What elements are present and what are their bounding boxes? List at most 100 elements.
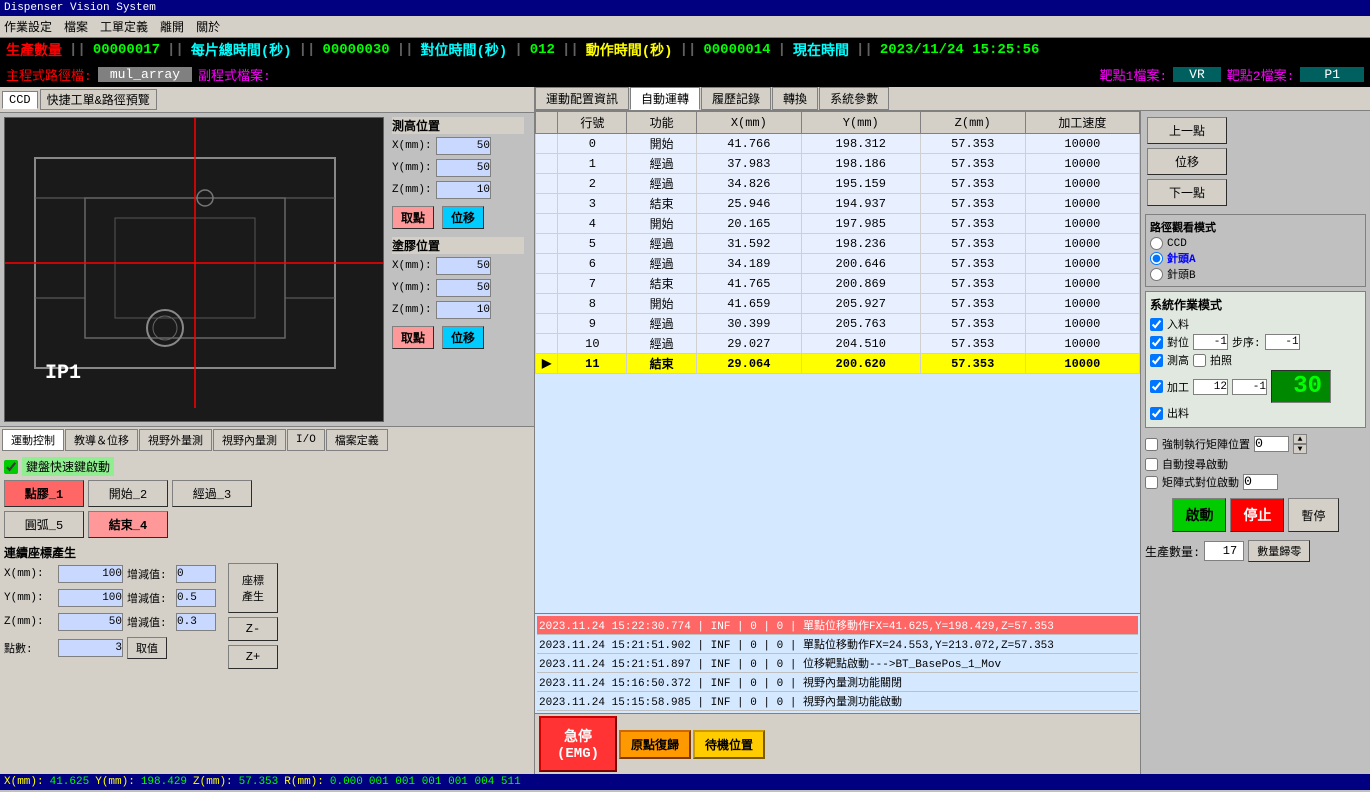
spinner-up[interactable]: ▲ [1293, 434, 1307, 444]
y-inc-input[interactable] [176, 589, 216, 607]
table-row[interactable]: 2經過34.826195.15957.35310000 [536, 174, 1140, 194]
next-point-btn[interactable]: 下一點 [1147, 179, 1227, 206]
ccd-container: X=0.002 Y=-0.004 [0, 113, 534, 774]
measure-z-input[interactable] [436, 181, 491, 199]
z-minus-btn[interactable]: Z- [228, 617, 278, 641]
move-point-btn[interactable]: 位移 [1147, 148, 1227, 175]
rtab-auto[interactable]: 自動運轉 [630, 87, 700, 110]
pause-btn[interactable]: 暫停 [1288, 498, 1338, 532]
menu-settings[interactable]: 作業設定 [4, 18, 52, 35]
table-row[interactable]: 0開始41.766198.31257.35310000 [536, 134, 1140, 154]
glue-x-input[interactable] [436, 257, 491, 275]
radio-headb-input[interactable] [1150, 268, 1163, 281]
step-value-input[interactable] [1265, 334, 1300, 350]
btab-filedef[interactable]: 檔案定義 [326, 429, 388, 451]
measure-z-row: Z(mm): [392, 181, 524, 199]
arc-func-btn[interactable]: 圓弧_5 [4, 511, 84, 538]
measure-x-input[interactable] [436, 137, 491, 155]
rtab-history[interactable]: 履歷記錄 [701, 87, 771, 110]
radio-ccd-input[interactable] [1150, 237, 1163, 250]
cb-work[interactable] [1150, 380, 1163, 393]
matrix-align-checkbox[interactable] [1145, 476, 1158, 489]
btab-io[interactable]: I/O [287, 429, 325, 451]
rtab-sysparams[interactable]: 系統參數 [819, 87, 889, 110]
table-area[interactable]: 行號 功能 X(mm) Y(mm) Z(mm) 加工速度 0開始41.76619… [535, 111, 1140, 613]
cb-infeed[interactable] [1150, 318, 1163, 331]
ccd-tab[interactable]: CCD [2, 91, 38, 109]
glue-take-btn[interactable]: 取點 [392, 326, 434, 349]
standby-button[interactable]: 待機位置 [693, 730, 765, 759]
table-row[interactable]: 10經過29.027204.51057.35310000 [536, 334, 1140, 354]
stop-btn[interactable]: 停止 [1230, 498, 1284, 532]
forced-checkbox[interactable] [1145, 438, 1158, 451]
prod-count-value: 00000017 [93, 42, 160, 58]
coord-gen-label: 連續座標產生 [4, 544, 530, 561]
status-bar: X(mm): 41.625 Y(mm): 198.429 Z(mm): 57.3… [0, 774, 1370, 790]
restore-button[interactable]: 原點復歸 [619, 730, 691, 759]
z-coord-input[interactable] [58, 613, 123, 631]
reset-count-btn[interactable]: 數量歸零 [1248, 540, 1310, 562]
emg-button[interactable]: 急停 (EMG) [539, 716, 617, 772]
cb-infeed-label: 入料 [1167, 316, 1189, 332]
table-row[interactable]: 9經過30.399205.76357.35310000 [536, 314, 1140, 334]
rtab-motion-config[interactable]: 運動配置資訊 [535, 87, 629, 110]
cb-outfeed[interactable] [1150, 407, 1163, 420]
x-coord-input[interactable] [58, 565, 123, 583]
preview-tab[interactable]: 快捷工單&路徑預覽 [40, 89, 157, 110]
pass-func-btn[interactable]: 經過_3 [172, 480, 252, 507]
start-btn[interactable]: 啟動 [1172, 498, 1226, 532]
menu-exit[interactable]: 離開 [160, 18, 184, 35]
work-val2-input[interactable] [1232, 379, 1267, 395]
measure-y-input[interactable] [436, 159, 491, 177]
matrix-align-input[interactable] [1243, 474, 1278, 490]
coord-right: 座標 產生 Z- Z+ [228, 563, 278, 669]
take-value-btn[interactable]: 取值 [127, 637, 167, 659]
glue-z-input[interactable] [436, 301, 491, 319]
menu-about[interactable]: 關於 [196, 18, 220, 35]
z-inc-input[interactable] [176, 613, 216, 631]
glue-move-btn[interactable]: 位移 [442, 326, 484, 349]
end-func-btn[interactable]: 結束_4 [88, 511, 168, 538]
menu-file[interactable]: 檔案 [64, 18, 88, 35]
work-val1-input[interactable] [1193, 379, 1228, 395]
table-row[interactable]: 5經過31.592198.23657.35310000 [536, 234, 1140, 254]
gen-coord-btn[interactable]: 座標 產生 [228, 563, 278, 613]
start-func-btn[interactable]: 開始_2 [88, 480, 168, 507]
table-row[interactable]: 3結束25.946194.93757.35310000 [536, 194, 1140, 214]
forced-value-input[interactable] [1254, 436, 1289, 452]
table-row[interactable]: ▶11結束29.064200.62057.35310000 [536, 354, 1140, 374]
btab-motion[interactable]: 運動控制 [2, 429, 64, 451]
x-inc-input[interactable] [176, 565, 216, 583]
keyboard-checkbox[interactable] [4, 460, 18, 474]
glue-func-btn[interactable]: 點膠_1 [4, 480, 84, 507]
table-row[interactable]: 1經過37.983198.18657.35310000 [536, 154, 1140, 174]
align-step-input[interactable] [1193, 334, 1228, 350]
cb-align[interactable] [1150, 336, 1163, 349]
glue-z-row: Z(mm): [392, 301, 524, 319]
menu-workorder[interactable]: 工單定義 [100, 18, 148, 35]
prev-point-btn[interactable]: 上一點 [1147, 117, 1227, 144]
cb-work-row: 加工 30 [1150, 370, 1361, 403]
count-input[interactable] [58, 639, 123, 657]
table-row[interactable]: 6經過34.189200.64657.35310000 [536, 254, 1140, 274]
btab-teach[interactable]: 教導＆位移 [65, 429, 138, 451]
table-row[interactable]: 7結束41.765200.86957.35310000 [536, 274, 1140, 294]
measure-take-btn[interactable]: 取點 [392, 206, 434, 229]
path-view-section: 路徑觀看模式 CCD 針頭A 針頭B [1145, 214, 1366, 287]
z-plus-btn[interactable]: Z+ [228, 645, 278, 669]
cb-photo[interactable] [1193, 354, 1206, 367]
auto-search-checkbox[interactable] [1145, 458, 1158, 471]
btab-outervis[interactable]: 視野外量測 [139, 429, 212, 451]
table-row[interactable]: 8開始41.659205.92757.35310000 [536, 294, 1140, 314]
table-row[interactable]: 4開始20.165197.98557.35310000 [536, 214, 1140, 234]
spinner-down[interactable]: ▼ [1293, 444, 1307, 454]
radio-heada-input[interactable] [1150, 252, 1163, 265]
measure-move-btn[interactable]: 位移 [442, 206, 484, 229]
glue-y-input[interactable] [436, 279, 491, 297]
cb-measure[interactable] [1150, 354, 1163, 367]
target2-label: 靶點2檔案: [1227, 65, 1295, 84]
btab-innervis[interactable]: 視野內量測 [213, 429, 286, 451]
z-inc-label: 增減值: [127, 614, 172, 630]
rtab-convert[interactable]: 轉換 [772, 87, 818, 110]
y-coord-input[interactable] [58, 589, 123, 607]
